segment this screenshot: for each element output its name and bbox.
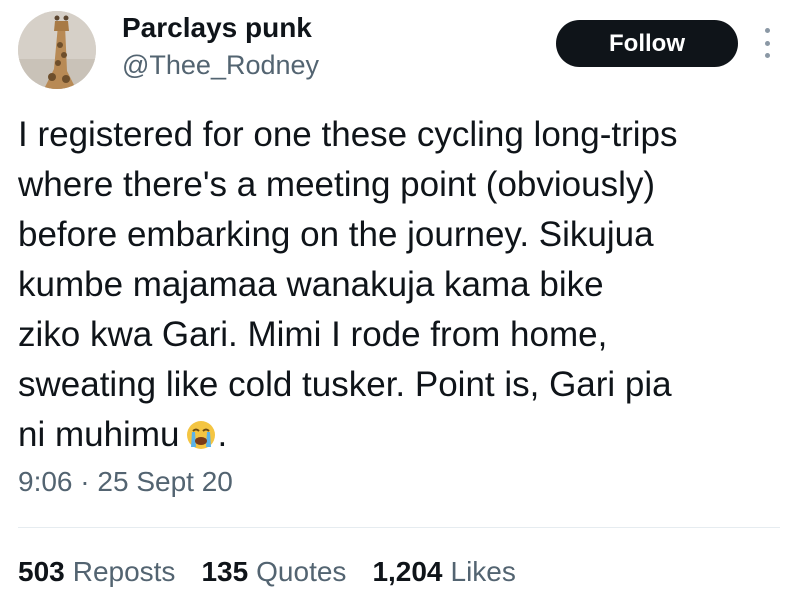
tweet-line: where there's a meeting point (obviously… [18,165,656,204]
reposts-stat[interactable]: 503 Reposts [18,556,175,588]
tweet-line: I registered for one these cycling long-… [18,115,678,154]
tweet-trailing-period: . [217,415,228,454]
divider [18,527,780,528]
tweet-card: Parclays punk @Thee_Rodney Follow I regi… [0,0,797,599]
engagement-stats: 503 Reposts 135 Quotes 1,204 Likes [18,556,516,588]
tweet-line: sweating like cold tusker. Point is, Gar… [18,365,672,404]
tweet-text: I registered for one these cycling long-… [18,110,788,460]
more-vertical-icon[interactable] [760,28,774,58]
tweet-last-line: ni muhimu . [18,410,788,460]
more-dot [764,40,770,46]
tweet-line: ziko kwa Gari. Mimi I rode from home, [18,315,608,354]
loudly-crying-face-emoji [187,421,216,449]
avatar[interactable] [18,11,96,89]
likes-stat[interactable]: 1,204 Likes [372,556,515,588]
timestamp-row[interactable]: 9:06 · 25 Sept 20 [18,466,233,498]
tweet-date: 25 Sept 20 [97,466,233,497]
meta-separator: · [80,466,90,497]
more-dot [764,28,770,33]
quotes-label: Quotes [256,556,347,587]
more-dot [764,53,770,58]
reposts-label: Reposts [72,556,176,587]
author-display-name[interactable]: Parclays punk [122,12,312,44]
likes-label: Likes [450,556,516,587]
quotes-count: 135 [201,556,249,587]
author-handle[interactable]: @Thee_Rodney [122,50,319,81]
follow-button[interactable]: Follow [556,20,738,67]
tweet-line: ni muhimu [18,415,180,454]
tweet-line: before embarking on the journey. Sikujua [18,215,654,254]
quotes-stat[interactable]: 135 Quotes [201,556,346,588]
tweet-time: 9:06 [18,466,73,497]
reposts-count: 503 [18,556,65,587]
likes-count: 1,204 [372,556,443,587]
tweet-line: kumbe majamaa wanakuja kama bike [18,265,604,304]
